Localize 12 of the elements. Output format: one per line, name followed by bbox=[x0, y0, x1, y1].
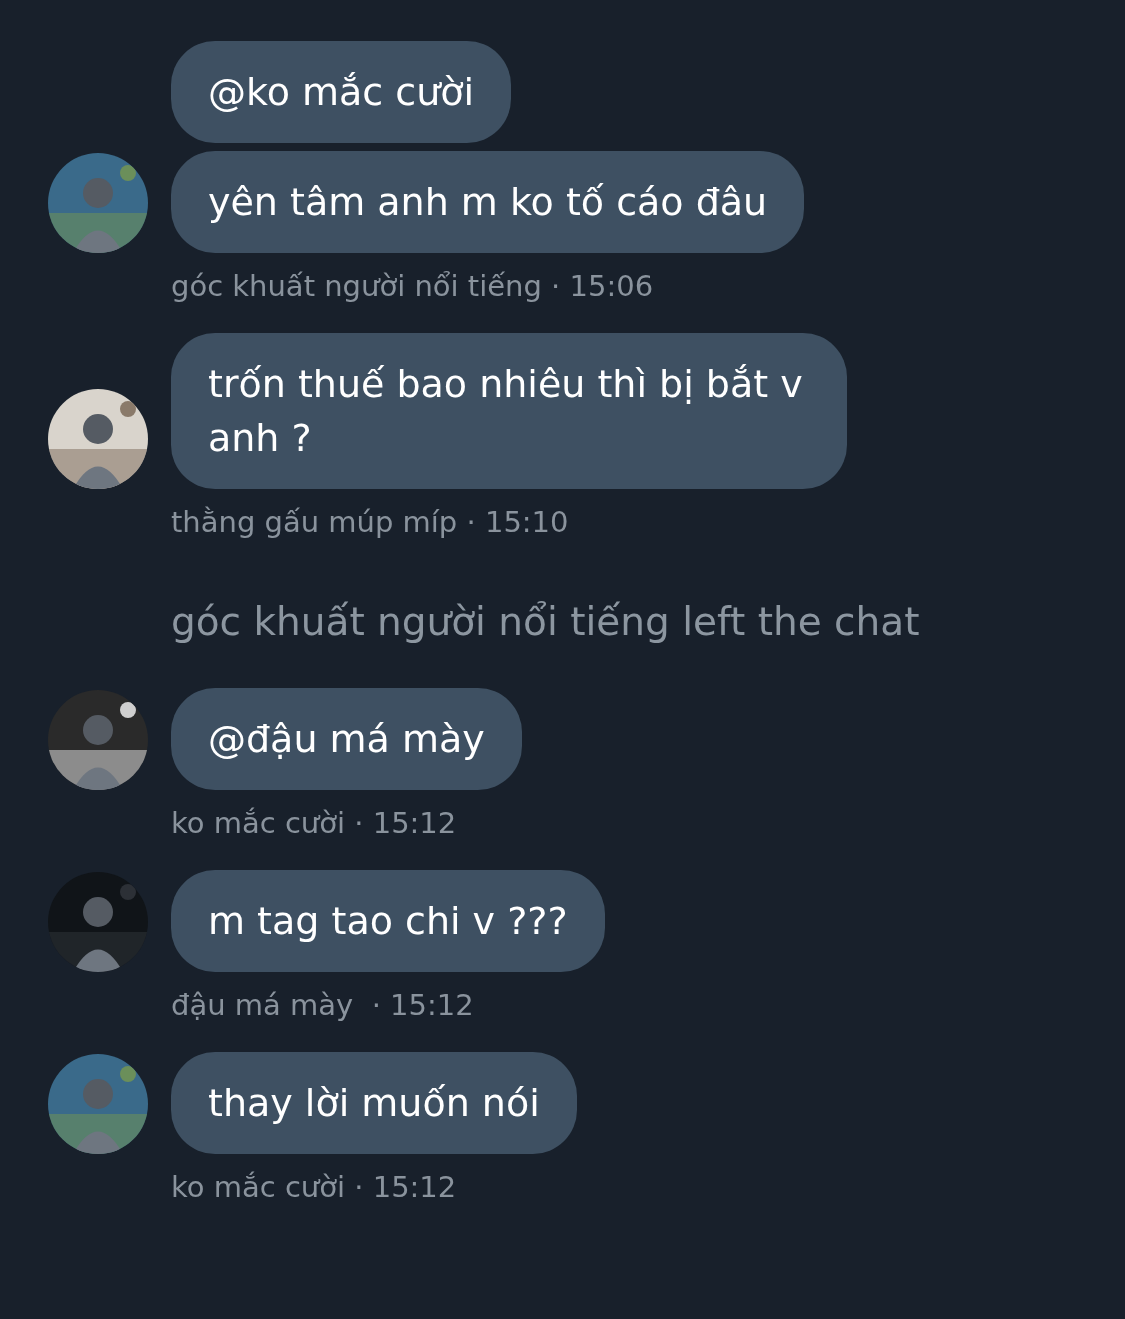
message-meta: góc khuất người nổi tiếng · 15:06 bbox=[171, 269, 655, 303]
message-bubble: @ko mắc cười bbox=[171, 41, 512, 143]
message-bubble: trốn thuế bao nhiêu thì bị bắt v anh ? bbox=[171, 333, 847, 489]
message-bubble: @đậu má mày bbox=[171, 688, 522, 790]
message-bubble: thay lời muốn nói bbox=[171, 1052, 577, 1154]
message-bubble: m tag tao chi v ??? bbox=[171, 870, 605, 972]
message-meta: ko mắc cười · 15:12 bbox=[171, 1170, 458, 1204]
system-message: góc khuất người nổi tiếng left the chat bbox=[171, 599, 921, 644]
message-meta: ko mắc cười · 15:12 bbox=[171, 806, 458, 840]
message-meta: thằng gấu múp míp · 15:10 bbox=[171, 505, 570, 539]
message-bubble: yên tâm anh m ko tố cáo đâu bbox=[171, 151, 805, 253]
message-meta: đậu má mày · 15:12 bbox=[171, 988, 475, 1022]
